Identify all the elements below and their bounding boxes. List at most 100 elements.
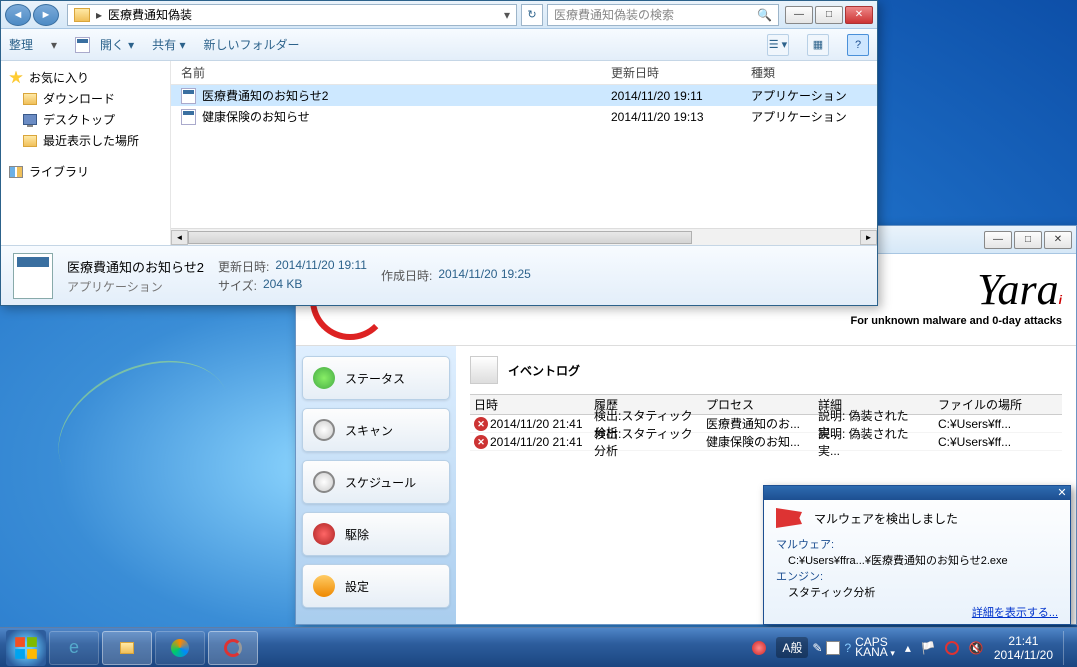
breadcrumb[interactable]: ▸ 医療費通知偽装 ▾ xyxy=(67,4,517,26)
desktop-icon xyxy=(23,114,37,125)
refresh-button[interactable]: ↻ xyxy=(521,4,543,26)
libraries-icon xyxy=(9,166,23,178)
bug-icon xyxy=(313,523,335,545)
close-button[interactable]: ✕ xyxy=(1044,231,1072,249)
taskbar-yarai[interactable] xyxy=(208,631,258,665)
scroll-right-button[interactable]: ► xyxy=(860,230,877,245)
ime-tool-icon[interactable]: ✎ xyxy=(812,641,822,655)
file-row[interactable]: 健康保険のお知らせ 2014/11/20 19:13 アプリケーション xyxy=(171,106,877,127)
details-subtitle: アプリケーション xyxy=(67,278,204,295)
alert-headline: マルウェアを検出しました xyxy=(814,510,958,527)
nav-downloads[interactable]: ダウンロード xyxy=(1,88,170,109)
error-icon: ✕ xyxy=(474,417,488,431)
yarai-sidebar: ステータス スキャン スケジュール 駆除 設定 xyxy=(296,346,456,624)
document-icon xyxy=(181,109,196,125)
view-options-button[interactable]: ☰ ▾ xyxy=(767,34,789,56)
column-type[interactable]: 種類 xyxy=(751,64,867,81)
search-icon: 🔍 xyxy=(757,8,772,22)
alert-details-link[interactable]: 詳細を表示する... xyxy=(972,604,1058,620)
explorer-titlebar[interactable]: ◄ ► ▸ 医療費通知偽装 ▾ ↻ 医療費通知偽装の検索 🔍 — □ ✕ xyxy=(1,1,877,29)
nav-remove[interactable]: 駆除 xyxy=(302,512,450,556)
horizontal-scrollbar[interactable]: ◄ ► xyxy=(171,228,877,245)
document-icon xyxy=(181,88,196,104)
column-date[interactable]: 更新日時 xyxy=(611,64,751,81)
search-placeholder: 医療費通知偽装の検索 xyxy=(554,6,674,23)
help-button[interactable]: ? xyxy=(847,34,869,56)
column-name[interactable]: 名前 xyxy=(181,64,611,81)
alert-engine-value: スタティック分析 xyxy=(776,584,1058,600)
taskbar-ie[interactable]: e xyxy=(49,631,99,665)
nav-libraries[interactable]: ライブラリ xyxy=(1,161,170,182)
star-icon xyxy=(9,71,23,85)
scroll-thumb[interactable] xyxy=(188,231,692,244)
malware-alert: ✕ マルウェアを検出しました マルウェア: C:¥Users¥ffra...¥医… xyxy=(763,485,1071,625)
minimize-button[interactable]: — xyxy=(984,231,1012,249)
scan-icon xyxy=(313,419,335,441)
ime-pad-icon[interactable] xyxy=(826,641,840,655)
eventlog-title: イベントログ xyxy=(470,356,1062,384)
tray-expand-icon[interactable]: ▴ xyxy=(905,641,911,655)
windows-logo-icon xyxy=(13,635,39,661)
search-input[interactable]: 医療費通知偽装の検索 🔍 xyxy=(547,4,779,26)
col-datetime[interactable]: 日時 xyxy=(470,396,590,413)
nav-schedule[interactable]: スケジュール xyxy=(302,460,450,504)
nav-back-button[interactable]: ◄ xyxy=(5,4,31,26)
flag-icon xyxy=(776,508,802,528)
minimize-button[interactable]: — xyxy=(785,6,813,24)
scroll-left-button[interactable]: ◄ xyxy=(171,230,188,245)
alert-titlebar[interactable]: ✕ xyxy=(764,486,1070,500)
maximize-button[interactable]: □ xyxy=(815,6,843,24)
nav-recent[interactable]: 最近表示した場所 xyxy=(1,130,170,151)
close-button[interactable]: ✕ xyxy=(1054,486,1070,500)
tray-volume-icon[interactable]: 🔇 xyxy=(969,641,984,655)
open-button[interactable]: 開く ▾ xyxy=(75,36,134,53)
new-folder-button[interactable]: 新しいフォルダー xyxy=(203,36,299,53)
breadcrumb-segment[interactable]: 医療費通知偽装 xyxy=(108,6,192,23)
nav-forward-button[interactable]: ► xyxy=(33,4,59,26)
maximize-button[interactable]: □ xyxy=(1014,231,1042,249)
document-icon xyxy=(13,253,53,299)
preview-pane-button[interactable]: ▦ xyxy=(807,34,829,56)
chevron-down-icon[interactable]: ▾ xyxy=(504,8,510,22)
yarai-icon xyxy=(224,639,242,657)
nav-settings[interactable]: 設定 xyxy=(302,564,450,608)
folder-icon xyxy=(120,642,134,654)
start-button[interactable] xyxy=(6,630,46,666)
taskbar-explorer[interactable] xyxy=(102,631,152,665)
close-button[interactable]: ✕ xyxy=(845,6,873,24)
nav-desktop[interactable]: デスクトップ xyxy=(1,109,170,130)
show-desktop-button[interactable] xyxy=(1063,631,1071,665)
tray-action-center-icon[interactable]: 🏳️ xyxy=(921,641,935,655)
event-row[interactable]: ✕2014/11/20 21:41 検出:スタティック分析 医療費通知のお...… xyxy=(470,415,1062,433)
ie-icon: e xyxy=(69,637,79,658)
chevron-right-icon: ▸ xyxy=(96,8,102,22)
alert-malware-value: C:¥Users¥ffra...¥医療費通知のお知らせ2.exe xyxy=(776,552,1058,568)
nav-favorites[interactable]: お気に入り xyxy=(1,67,170,88)
notepad-icon xyxy=(470,356,498,384)
media-player-icon xyxy=(171,639,189,657)
ime-help-icon[interactable]: ? xyxy=(844,641,851,655)
explorer-toolbar: 整理▾ 開く ▾ 共有 ▾ 新しいフォルダー ☰ ▾ ▦ ? xyxy=(1,29,877,61)
ime-mode[interactable]: A般 xyxy=(776,637,808,658)
folder-icon xyxy=(74,8,90,22)
status-icon xyxy=(313,367,335,389)
nav-pane: お気に入り ダウンロード デスクトップ 最近表示した場所 ライブラリ xyxy=(1,61,171,245)
file-list: 名前 更新日時 種類 医療費通知のお知らせ2 2014/11/20 19:11 … xyxy=(171,61,877,245)
tray-alert-icon[interactable] xyxy=(752,641,766,655)
event-row[interactable]: ✕2014/11/20 21:41 検出:スタティック分析 健康保険のお知...… xyxy=(470,433,1062,451)
taskbar: e A般 ✎ ? CAPSKANA ▾ ▴ 🏳️ 🔇 21:41 2014/11… xyxy=(0,627,1077,667)
col-location[interactable]: ファイルの場所 xyxy=(934,396,1062,413)
nav-status[interactable]: ステータス xyxy=(302,356,450,400)
organize-menu[interactable]: 整理 xyxy=(9,36,33,53)
taskbar-mediaplayer[interactable] xyxy=(155,631,205,665)
details-pane: 医療費通知のお知らせ2 アプリケーション 更新日時:2014/11/20 19:… xyxy=(1,245,877,305)
file-row[interactable]: 医療費通知のお知らせ2 2014/11/20 19:11 アプリケーション xyxy=(171,85,877,106)
error-icon: ✕ xyxy=(474,435,488,449)
tray-yarai-icon[interactable] xyxy=(945,641,959,655)
share-menu[interactable]: 共有 ▾ xyxy=(152,36,185,53)
yarai-brand: Yarai For unknown malware and 0-day atta… xyxy=(850,264,1062,327)
alert-malware-label: マルウェア: xyxy=(776,536,1058,552)
tray-clock[interactable]: 21:41 2014/11/20 xyxy=(994,634,1053,662)
col-process[interactable]: プロセス xyxy=(702,396,814,413)
nav-scan[interactable]: スキャン xyxy=(302,408,450,452)
